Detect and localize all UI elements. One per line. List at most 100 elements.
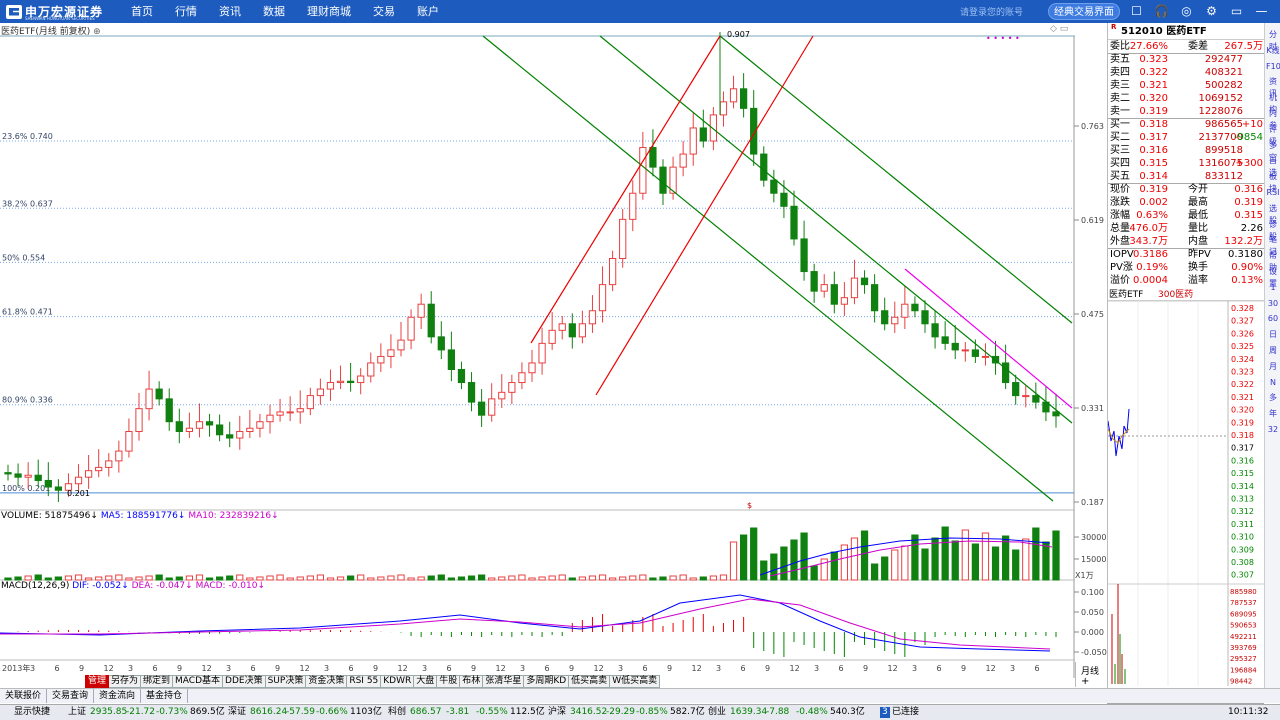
candle-body — [246, 427, 254, 433]
toolbar-item-11[interactable]: 选股 — [1266, 203, 1280, 225]
chart-settings-icon[interactable]: ⊕ — [93, 27, 101, 37]
indicator-tab-3[interactable]: MACD基本 — [173, 675, 224, 688]
toolbar-item-5[interactable]: 内参 — [1266, 108, 1280, 130]
intraday-chart[interactable]: 0.328 0.327 0.326 0.325 0.324 0.323 0.322 0.321… — [1108, 301, 1265, 686]
indicator-tab-0[interactable]: 管理 — [85, 675, 110, 688]
kline-chart[interactable]: 23.6% 0.740 38.2% 0.637 50% 0.554 61.8% 0.4… — [0, 23, 1107, 678]
shortcut-toggle[interactable]: 显示快捷 — [14, 705, 50, 720]
toolbar-item-15[interactable]: 设置 — [1266, 266, 1280, 288]
candle-body — [981, 355, 990, 358]
sell-row-4: 卖一 0.319 1228076 — [1108, 105, 1265, 118]
gear-icon[interactable]: ⚙ — [1203, 3, 1220, 20]
login-hint[interactable]: 请登录您的账号 — [960, 5, 1023, 18]
volume-bar — [1001, 535, 1010, 581]
restore-icon[interactable]: ▭ — [1228, 3, 1245, 20]
index-2-label[interactable]: 科创 — [388, 705, 406, 720]
menu-item-2[interactable]: 资讯 — [208, 0, 252, 23]
toolbar-item-16[interactable]: 1 — [1266, 282, 1280, 294]
menu-item-6[interactable]: 账户 — [406, 0, 450, 23]
toolbar-item-10[interactable]: RSI — [1266, 187, 1280, 199]
toolbar-item-20[interactable]: 周 — [1266, 345, 1280, 357]
menu-item-3[interactable]: 数据 — [252, 0, 296, 23]
index-0-label[interactable]: 上证 — [68, 705, 86, 720]
toolbar-item-9[interactable]: 板块 — [1266, 171, 1280, 193]
toolbar-item-23[interactable]: 多 — [1266, 392, 1280, 404]
x-axis-label: 6 — [55, 664, 60, 673]
index-3-label[interactable]: 沪深 — [548, 705, 566, 720]
target-icon[interactable]: ◎ — [1178, 3, 1195, 20]
menu-item-0[interactable]: 首页 — [120, 0, 164, 23]
x-axis-label: 9 — [569, 664, 574, 673]
indicator-tab-15[interactable]: W低买高卖 — [610, 675, 661, 688]
toolbar-item-17[interactable]: 30 — [1266, 298, 1280, 310]
toolbar-item-19[interactable]: 日 — [1266, 329, 1280, 341]
classic-trade-button[interactable]: 经典交易界面 — [1048, 3, 1120, 20]
toolbar-item-22[interactable]: N — [1266, 377, 1280, 389]
candle-body — [427, 303, 435, 338]
menu-item-1[interactable]: 行情 — [164, 0, 208, 23]
toolbar-item-21[interactable]: 月 — [1266, 361, 1280, 373]
toolbar-item-4[interactable]: 机构 — [1266, 92, 1280, 114]
indicator-tab-8[interactable]: KDWR — [381, 675, 415, 688]
toolbar-item-2[interactable]: F10 — [1266, 61, 1280, 73]
index-1-label[interactable]: 深证 — [228, 705, 246, 720]
tick-price-label: 0.309 — [1231, 545, 1254, 554]
screen-icon[interactable]: ☐ — [1128, 3, 1145, 20]
toolbar-item-1[interactable]: K线 — [1266, 45, 1280, 57]
indicator-tab-1[interactable]: 另存为 — [109, 675, 142, 688]
indicator-tab-4[interactable]: DDE决策 — [223, 675, 266, 688]
menu-item-5[interactable]: 交易 — [362, 0, 406, 23]
indicator-tab-2[interactable]: 绑定到 — [141, 675, 174, 688]
toolbar-item-13[interactable]: 笔记 — [1266, 234, 1280, 256]
toolbar-item-3[interactable]: 资讯 — [1266, 76, 1280, 98]
x-axis-label: 3 — [912, 664, 917, 673]
x-axis-label: 3 — [814, 664, 819, 673]
lower-tab-2[interactable]: 资金流向 — [94, 689, 142, 703]
candle-body — [971, 349, 980, 357]
weibi-row-cell: 委差 — [1188, 41, 1208, 52]
indicator-tab-12[interactable]: 张清华星 — [483, 675, 525, 688]
indicator-tab-9[interactable]: 大盘 — [414, 675, 438, 688]
indicator-tab-10[interactable]: 牛股 — [437, 675, 461, 688]
indicator-tab-11[interactable]: 布林 — [460, 675, 484, 688]
index-3-value: 3416.52 — [570, 707, 608, 717]
volume-bar — [679, 574, 687, 581]
indicator-tab-5[interactable]: SUP决策 — [265, 675, 307, 688]
toolbar-item-12[interactable]: 诊股 — [1266, 219, 1280, 241]
indicator-tab-14[interactable]: 低买高卖 — [569, 675, 611, 688]
toolbar-item-14[interactable]: 帮助 — [1266, 250, 1280, 272]
indicator-tab-7[interactable]: RSI 55 — [347, 675, 382, 688]
indicator-tab-6[interactable]: 资金决策 — [306, 675, 348, 688]
intraday-name[interactable]: 医药ETF — [1109, 289, 1143, 301]
volume-bar — [941, 526, 949, 581]
toolbar-item-7[interactable]: 多空 — [1266, 140, 1280, 162]
kline-chart-area[interactable]: 23.6% 0.740 38.2% 0.637 50% 0.554 61.8% 0.4… — [0, 23, 1107, 678]
macd-axis-label: 0.100 — [1081, 588, 1104, 597]
lower-tab-0[interactable]: 关联报价 — [0, 689, 48, 703]
lower-tab-3[interactable]: 基金持仓 — [141, 689, 189, 703]
toolbar-item-18[interactable]: 60 — [1266, 313, 1280, 325]
index-4-label[interactable]: 创业 — [708, 705, 726, 720]
lower-tab-1[interactable]: 交易查询 — [47, 689, 95, 703]
candle-body — [1032, 395, 1040, 403]
stock-header[interactable]: R 512010 医药ETF — [1108, 23, 1265, 40]
chart-marker: $ — [747, 501, 752, 510]
headset-icon[interactable]: 🎧 — [1153, 3, 1170, 20]
macd-axis-label: -0.050 — [1081, 648, 1107, 657]
candle-body — [699, 127, 707, 142]
toolbar-item-24[interactable]: 年 — [1266, 408, 1280, 420]
toolbar-item-0[interactable]: 分时 — [1266, 29, 1280, 51]
volume-bar — [729, 541, 738, 581]
intraday-index[interactable]: 300医药 — [1158, 289, 1193, 301]
toolbar-item-8[interactable]: 自选 — [1266, 155, 1280, 177]
high-label: 0.907 — [727, 30, 750, 39]
menu-item-4[interactable]: 理财商城 — [296, 0, 362, 23]
toolbar-item-6[interactable]: 评级 — [1266, 124, 1280, 146]
chart-corner-icons[interactable]: ◇ ▭ — [1050, 24, 1068, 34]
x-axis-label: 3 — [716, 664, 721, 673]
minimize-icon[interactable]: — — [1253, 3, 1270, 20]
toolbar-item-25[interactable]: 32 — [1266, 424, 1280, 436]
indicator-tab-13[interactable]: 多周期KD — [524, 675, 570, 688]
volume-bar — [54, 576, 63, 581]
volume-bar — [4, 577, 12, 581]
